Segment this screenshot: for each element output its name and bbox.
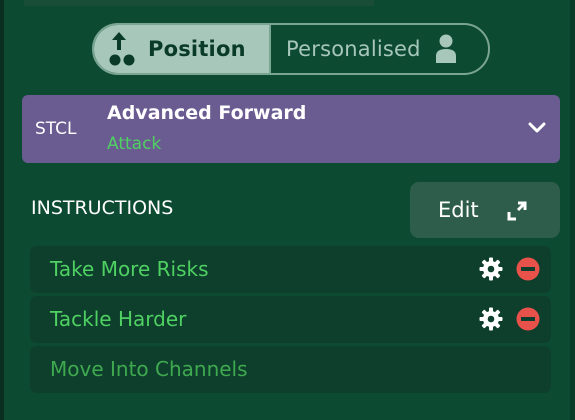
- tactics-position-icon: [109, 32, 135, 66]
- personalised-toggle-option[interactable]: Personalised: [269, 25, 488, 73]
- instruction-row[interactable]: Tackle Harder: [30, 296, 551, 343]
- role-name: Advanced Forward: [107, 102, 307, 124]
- position-option-label: Position: [148, 37, 246, 61]
- gear-icon[interactable]: [479, 307, 503, 331]
- instruction-row[interactable]: Take More Risks: [30, 246, 551, 293]
- person-icon: [435, 34, 456, 63]
- instruction-row[interactable]: Move Into Channels: [30, 346, 551, 393]
- panel-left-edge: [0, 0, 4, 420]
- gear-icon[interactable]: [479, 257, 503, 281]
- role-duty: Attack: [107, 134, 162, 154]
- position-code: STCL: [35, 119, 77, 139]
- instruction-label: Move Into Channels: [50, 357, 248, 381]
- remove-circle-icon[interactable]: [516, 307, 540, 331]
- instruction-label: Tackle Harder: [50, 307, 187, 331]
- role-instructions-panel: Position Personalised STCL Advanced Forw…: [0, 0, 575, 420]
- panel-right-edge: [570, 0, 575, 420]
- edit-instructions-button[interactable]: Edit: [410, 182, 560, 238]
- personalised-option-label: Personalised: [286, 37, 421, 61]
- top-strip: [24, 0, 374, 6]
- view-toggle: Position Personalised: [92, 23, 490, 75]
- instructions-heading: INSTRUCTIONS: [31, 197, 174, 219]
- chevron-down-icon: [528, 122, 546, 133]
- expand-icon: [507, 201, 527, 221]
- role-selector[interactable]: STCL Advanced Forward Attack: [22, 95, 560, 163]
- instruction-label: Take More Risks: [50, 257, 209, 281]
- edit-button-label: Edit: [438, 198, 479, 222]
- position-toggle-option[interactable]: Position: [94, 25, 269, 73]
- remove-circle-icon[interactable]: [516, 257, 540, 281]
